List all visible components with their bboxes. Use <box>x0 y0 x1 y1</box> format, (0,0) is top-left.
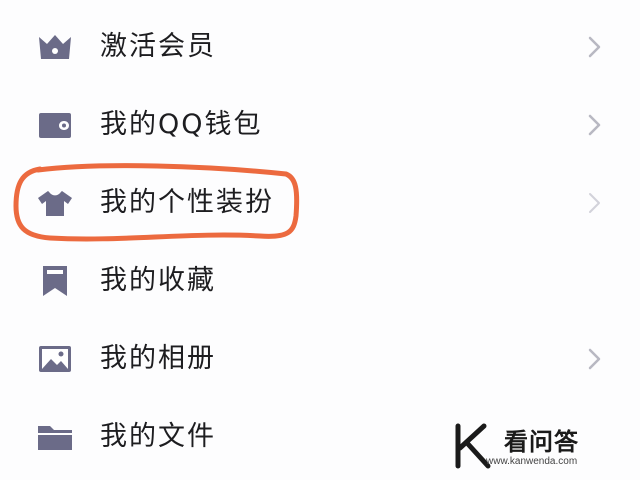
chevron-right-icon <box>586 348 604 370</box>
wallet-icon <box>36 109 74 141</box>
settings-menu-screen: 激活会员 我的QQ钱包 我的个性装扮 我的收藏 我的相册 我的文件 看问答 ww… <box>0 0 640 480</box>
menu-item-label: 我的文件 <box>100 421 216 452</box>
menu-item-label: 激活会员 <box>100 31 216 62</box>
menu-item-favorites[interactable]: 我的收藏 <box>0 242 640 320</box>
menu-item-activate-vip[interactable]: 激活会员 <box>0 8 640 86</box>
menu-item-label: 我的收藏 <box>100 265 216 296</box>
crown-icon <box>36 31 74 63</box>
watermark: 看问答 www.kanwenda.com <box>452 420 632 476</box>
tshirt-icon <box>36 187 74 219</box>
watermark-url: www.kanwenda.com <box>486 456 578 467</box>
chevron-right-icon <box>586 192 604 214</box>
menu-item-label: 我的相册 <box>100 343 216 374</box>
bookmark-icon <box>36 265 74 297</box>
image-icon <box>36 343 74 375</box>
chevron-right-icon <box>586 36 604 58</box>
menu-item-label: 我的QQ钱包 <box>100 109 263 140</box>
menu-item-label: 我的个性装扮 <box>100 187 274 218</box>
menu-item-qq-wallet[interactable]: 我的QQ钱包 <box>0 86 640 164</box>
watermark-title: 看问答 <box>504 428 579 456</box>
menu-item-album[interactable]: 我的相册 <box>0 320 640 398</box>
menu-item-personal-style[interactable]: 我的个性装扮 <box>0 164 640 242</box>
folder-icon <box>36 421 74 453</box>
chevron-right-icon <box>586 114 604 136</box>
